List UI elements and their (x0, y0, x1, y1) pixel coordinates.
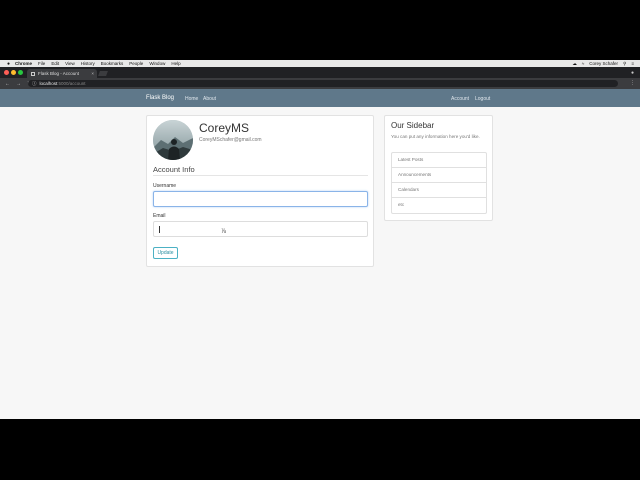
list-icon[interactable]: ≡ (631, 61, 634, 66)
sidebar-item-etc[interactable]: etc (392, 198, 486, 213)
menu-view[interactable]: View (65, 61, 75, 66)
mac-menu-bar: ● Chrome File Edit View History Bookmark… (0, 60, 640, 67)
text-caret (159, 226, 160, 233)
more-menu-icon[interactable]: ⋮ (630, 80, 635, 86)
menubar-status-area: ☁ ≈ Corey Schafer ⚲ ≡ (572, 60, 634, 67)
menu-history[interactable]: History (81, 61, 95, 66)
menu-bookmarks[interactable]: Bookmarks (101, 61, 124, 66)
url-path: :5000/account (57, 81, 86, 86)
profile-email: CoreyMSchafer@gmail.com (199, 137, 262, 143)
sidebar-title: Our Sidebar (391, 121, 435, 130)
nav-about-link[interactable]: About (203, 96, 216, 102)
nav-account-link[interactable]: Account (451, 96, 469, 102)
sidebar-card: Our Sidebar You can put any information … (384, 115, 493, 221)
cloud-icon[interactable]: ☁ (572, 61, 577, 67)
forward-icon[interactable]: → (15, 81, 22, 87)
close-window-icon[interactable] (4, 70, 9, 75)
sidebar-list: Latest Posts Announcements Calendars etc (391, 152, 487, 214)
apple-icon[interactable]: ● (7, 61, 10, 67)
page-icon (31, 71, 35, 76)
site-navbar: Flask Blog Home About Account Logout (0, 89, 640, 107)
search-icon[interactable]: ⚲ (623, 61, 626, 67)
screen: ● Chrome File Edit View History Bookmark… (0, 0, 640, 480)
sidebar-description: You can put any information here you'd l… (391, 134, 480, 139)
nav-home-link[interactable]: Home (185, 96, 198, 102)
menubar-user[interactable]: Corey Schafer (589, 61, 618, 66)
username-label: Username (153, 183, 177, 189)
menu-chrome[interactable]: Chrome (15, 61, 32, 66)
close-tab-icon[interactable]: × (91, 71, 94, 76)
maximize-window-icon[interactable] (18, 70, 23, 75)
new-tab-button[interactable] (98, 71, 108, 76)
menu-help[interactable]: Help (171, 61, 180, 66)
sidebar-item-calendars[interactable]: Calendars (392, 183, 486, 198)
profile-icon[interactable]: ● (631, 70, 634, 76)
email-field[interactable]: ⅞ (153, 221, 368, 237)
avatar (153, 120, 193, 160)
username-field[interactable] (153, 191, 368, 207)
ibeam-cursor-icon: ⅞ (221, 229, 227, 235)
menu-window[interactable]: Window (149, 61, 165, 66)
back-icon[interactable]: ← (4, 81, 11, 87)
sidebar-item-latest-posts[interactable]: Latest Posts (392, 153, 486, 168)
info-icon[interactable]: ⓘ (32, 81, 37, 87)
email-label: Email (153, 213, 166, 219)
tab-strip: Flask Blog - Account × ● (0, 67, 640, 78)
address-row: ← → ↻ ⓘ localhost :5000/account ⋮ (0, 78, 640, 89)
web-page: Flask Blog Home About Account Logout Cor… (0, 89, 640, 419)
menu-people[interactable]: People (129, 61, 143, 66)
menu-file[interactable]: File (38, 61, 45, 66)
url-host: localhost (39, 81, 58, 86)
update-button[interactable]: Update (153, 247, 178, 259)
profile-username: CoreyMS (199, 121, 250, 135)
brand-link[interactable]: Flask Blog (146, 95, 174, 101)
minimize-window-icon[interactable] (11, 70, 16, 75)
browser-tab[interactable]: Flask Blog - Account × (27, 69, 97, 78)
nav-logout-link[interactable]: Logout (475, 96, 490, 102)
sidebar-item-announcements[interactable]: Announcements (392, 168, 486, 183)
address-bar[interactable]: ⓘ localhost :5000/account (28, 80, 618, 87)
wifi-icon[interactable]: ≈ (582, 61, 584, 66)
tab-title: Flask Blog - Account (38, 71, 80, 76)
menu-edit[interactable]: Edit (51, 61, 59, 66)
account-card: CoreyMS CoreyMSchafer@gmail.com Account … (146, 115, 374, 267)
avatar-photo (153, 120, 193, 160)
form-legend: Account Info (153, 165, 195, 174)
legend-divider (153, 175, 368, 176)
